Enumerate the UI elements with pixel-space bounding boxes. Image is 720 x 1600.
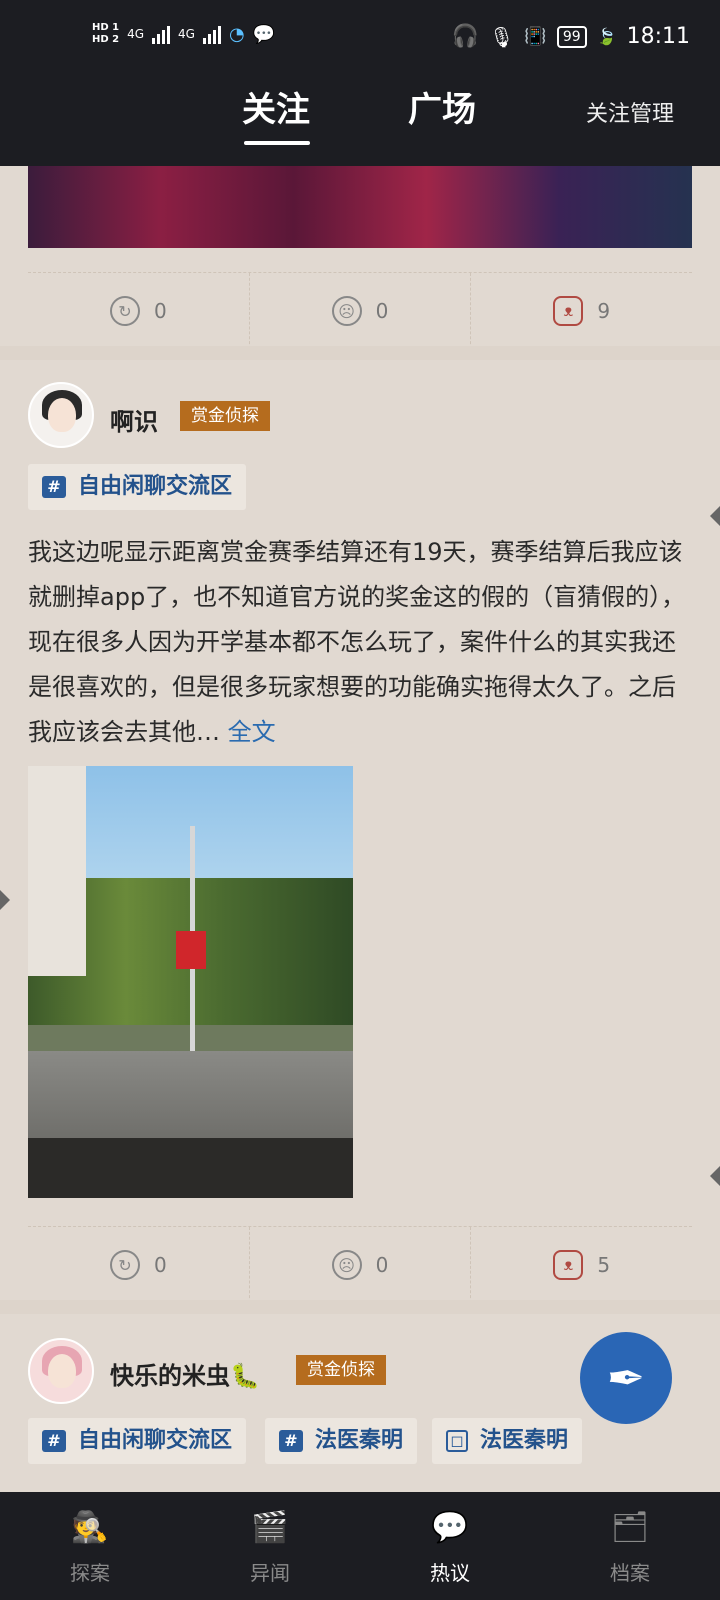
username[interactable]: 啊识 xyxy=(110,402,158,437)
battery-icon: 99 xyxy=(556,25,587,48)
status-badge: 赏金侦探 xyxy=(180,401,270,431)
signal-2-icon xyxy=(202,24,221,44)
dislike-count: 0 xyxy=(375,299,389,323)
tab-follow-label: 关注 xyxy=(242,90,310,130)
leaf-icon: 🍃 xyxy=(596,27,617,46)
divider xyxy=(0,1300,720,1314)
nav-item-explore[interactable]: 🕵 探案 xyxy=(0,1492,180,1600)
post-card: 啊识 赏金侦探 # 自由闲聊交流区 我这边呢显示距离赏金赛季结算还有19天，赛季结… xyxy=(0,360,720,1303)
cat-face-icon: ᴥ xyxy=(553,1250,584,1280)
frown-icon: ☹ xyxy=(331,1250,362,1280)
nav-item-stories[interactable]: 🎬 异闻 xyxy=(180,1492,360,1600)
topic-tag[interactable]: # 自由闲聊交流区 xyxy=(28,464,247,510)
nav-label: 探案 xyxy=(70,1560,110,1585)
post-actions: ↻ 0 ☹ 0 ᴥ 9 xyxy=(28,272,692,349)
edge-marker xyxy=(710,1166,720,1186)
status-bar: HD 1 HD 2 4G 4G ◔ 💬 🎧 🎙 📳 99 🍃 18:11 xyxy=(0,0,720,72)
post-image[interactable] xyxy=(28,766,353,1198)
network-type-2: 4G xyxy=(178,27,195,41)
share-button[interactable]: ↻ 0 xyxy=(28,273,250,349)
nav-label: 热议 xyxy=(430,1560,470,1585)
tab-square[interactable]: 广场 xyxy=(408,82,476,131)
dislike-count: 0 xyxy=(375,1253,389,1277)
dislike-button[interactable]: ☹ 0 xyxy=(250,273,472,349)
feed[interactable]: ↻ 0 ☹ 0 ᴥ 9 啊识 赏金侦探 # 自由闲聊交流区 我这边呢显示距离赏金赛… xyxy=(0,166,720,1492)
microphone-icon: 🎙 xyxy=(489,24,515,49)
status-right: 🎧 🎙 📳 99 🍃 18:11 xyxy=(452,24,690,49)
signal-1-icon xyxy=(152,24,171,44)
detective-pipe-icon: 🕵 xyxy=(71,1510,109,1545)
status-badge: 赏金侦探 xyxy=(296,1355,386,1385)
avatar[interactable] xyxy=(28,1338,94,1404)
share-icon: ↻ xyxy=(109,296,140,326)
sim2-label: HD 2 xyxy=(92,34,120,45)
sim1-label: HD 1 xyxy=(92,22,120,33)
tab-follow[interactable]: 关注 xyxy=(242,82,310,145)
collection-icon: ◻ xyxy=(446,1430,468,1452)
compose-button[interactable]: ✒ xyxy=(580,1332,672,1424)
edge-marker xyxy=(710,506,720,526)
dislike-button[interactable]: ☹ 0 xyxy=(250,1227,472,1303)
read-more-link[interactable]: 全文 xyxy=(228,718,276,746)
like-count: 9 xyxy=(597,299,611,323)
share-icon: ↻ xyxy=(109,1250,140,1280)
network-type-1: 4G xyxy=(127,27,145,41)
like-button[interactable]: ᴥ 5 xyxy=(471,1227,692,1303)
like-count: 5 xyxy=(597,1253,611,1277)
hashtag-icon: # xyxy=(42,1430,66,1452)
topic-tag-label: 自由闲聊交流区 xyxy=(78,474,233,499)
like-button[interactable]: ᴥ 9 xyxy=(471,273,692,349)
nav-item-profile[interactable]: 🗂 档案 xyxy=(540,1492,720,1600)
share-count: 0 xyxy=(153,299,167,323)
sim-indicator: HD 1 HD 2 xyxy=(92,22,119,46)
clock: 18:11 xyxy=(626,24,690,49)
tab-square-label: 广场 xyxy=(408,90,476,130)
topic-tag[interactable]: # 法医秦明 xyxy=(265,1418,418,1464)
post-body: 我这边呢显示距离赏金赛季结算还有19天，赛季结算后我应该就删掉app了，也不知道… xyxy=(28,538,686,746)
wechat-icon: 💬 xyxy=(252,23,276,45)
headphones-icon: 🎧 xyxy=(451,24,480,49)
topic-tag-label: 法医秦明 xyxy=(480,1428,569,1453)
post-text[interactable]: 我这边呢显示距离赏金赛季结算还有19天，赛季结算后我应该就删掉app了，也不知道… xyxy=(28,530,692,755)
frown-icon: ☹ xyxy=(331,296,362,326)
video-clapper-icon: 🎬 xyxy=(251,1510,289,1545)
nav-label: 档案 xyxy=(610,1560,650,1585)
nav-item-discuss[interactable]: 💬 热议 xyxy=(360,1492,540,1600)
post-image[interactable] xyxy=(28,166,692,248)
cat-face-icon: ᴥ xyxy=(553,296,584,326)
status-left: HD 1 HD 2 4G 4G ◔ 💬 xyxy=(92,22,275,46)
follow-manage-button[interactable]: 关注管理 xyxy=(586,96,674,128)
username[interactable]: 快乐的米虫🐛 xyxy=(110,1356,260,1391)
post-card: ↻ 0 ☹ 0 ᴥ 9 xyxy=(0,166,720,349)
avatar[interactable] xyxy=(28,382,94,448)
feather-pen-icon: ✒ xyxy=(606,1351,646,1405)
topic-tag-label: 自由闲聊交流区 xyxy=(78,1428,233,1453)
active-tab-indicator xyxy=(244,141,310,145)
profile-folder-icon: 🗂 xyxy=(610,1510,650,1545)
notification-app-icon: ◔ xyxy=(228,23,245,45)
post-actions: ↻ 0 ☹ 0 ᴥ 5 xyxy=(28,1226,692,1303)
nav-label: 异闻 xyxy=(250,1560,290,1585)
topic-tag[interactable]: ◻ 法医秦明 xyxy=(432,1418,583,1464)
topic-tag-label: 法医秦明 xyxy=(315,1428,404,1453)
share-count: 0 xyxy=(153,1253,167,1277)
topic-tag[interactable]: # 自由闲聊交流区 xyxy=(28,1418,247,1464)
share-button[interactable]: ↻ 0 xyxy=(28,1227,250,1303)
chat-mustache-icon: 💬 xyxy=(431,1510,469,1545)
vibrate-icon: 📳 xyxy=(524,26,547,47)
hashtag-icon: # xyxy=(279,1430,303,1452)
bottom-nav: 🕵 探案 🎬 异闻 💬 热议 🗂 档案 xyxy=(0,1492,720,1600)
top-nav: 关注 广场 关注管理 xyxy=(0,72,720,166)
edge-marker xyxy=(0,890,10,910)
divider xyxy=(0,346,720,360)
hashtag-icon: # xyxy=(42,476,66,498)
